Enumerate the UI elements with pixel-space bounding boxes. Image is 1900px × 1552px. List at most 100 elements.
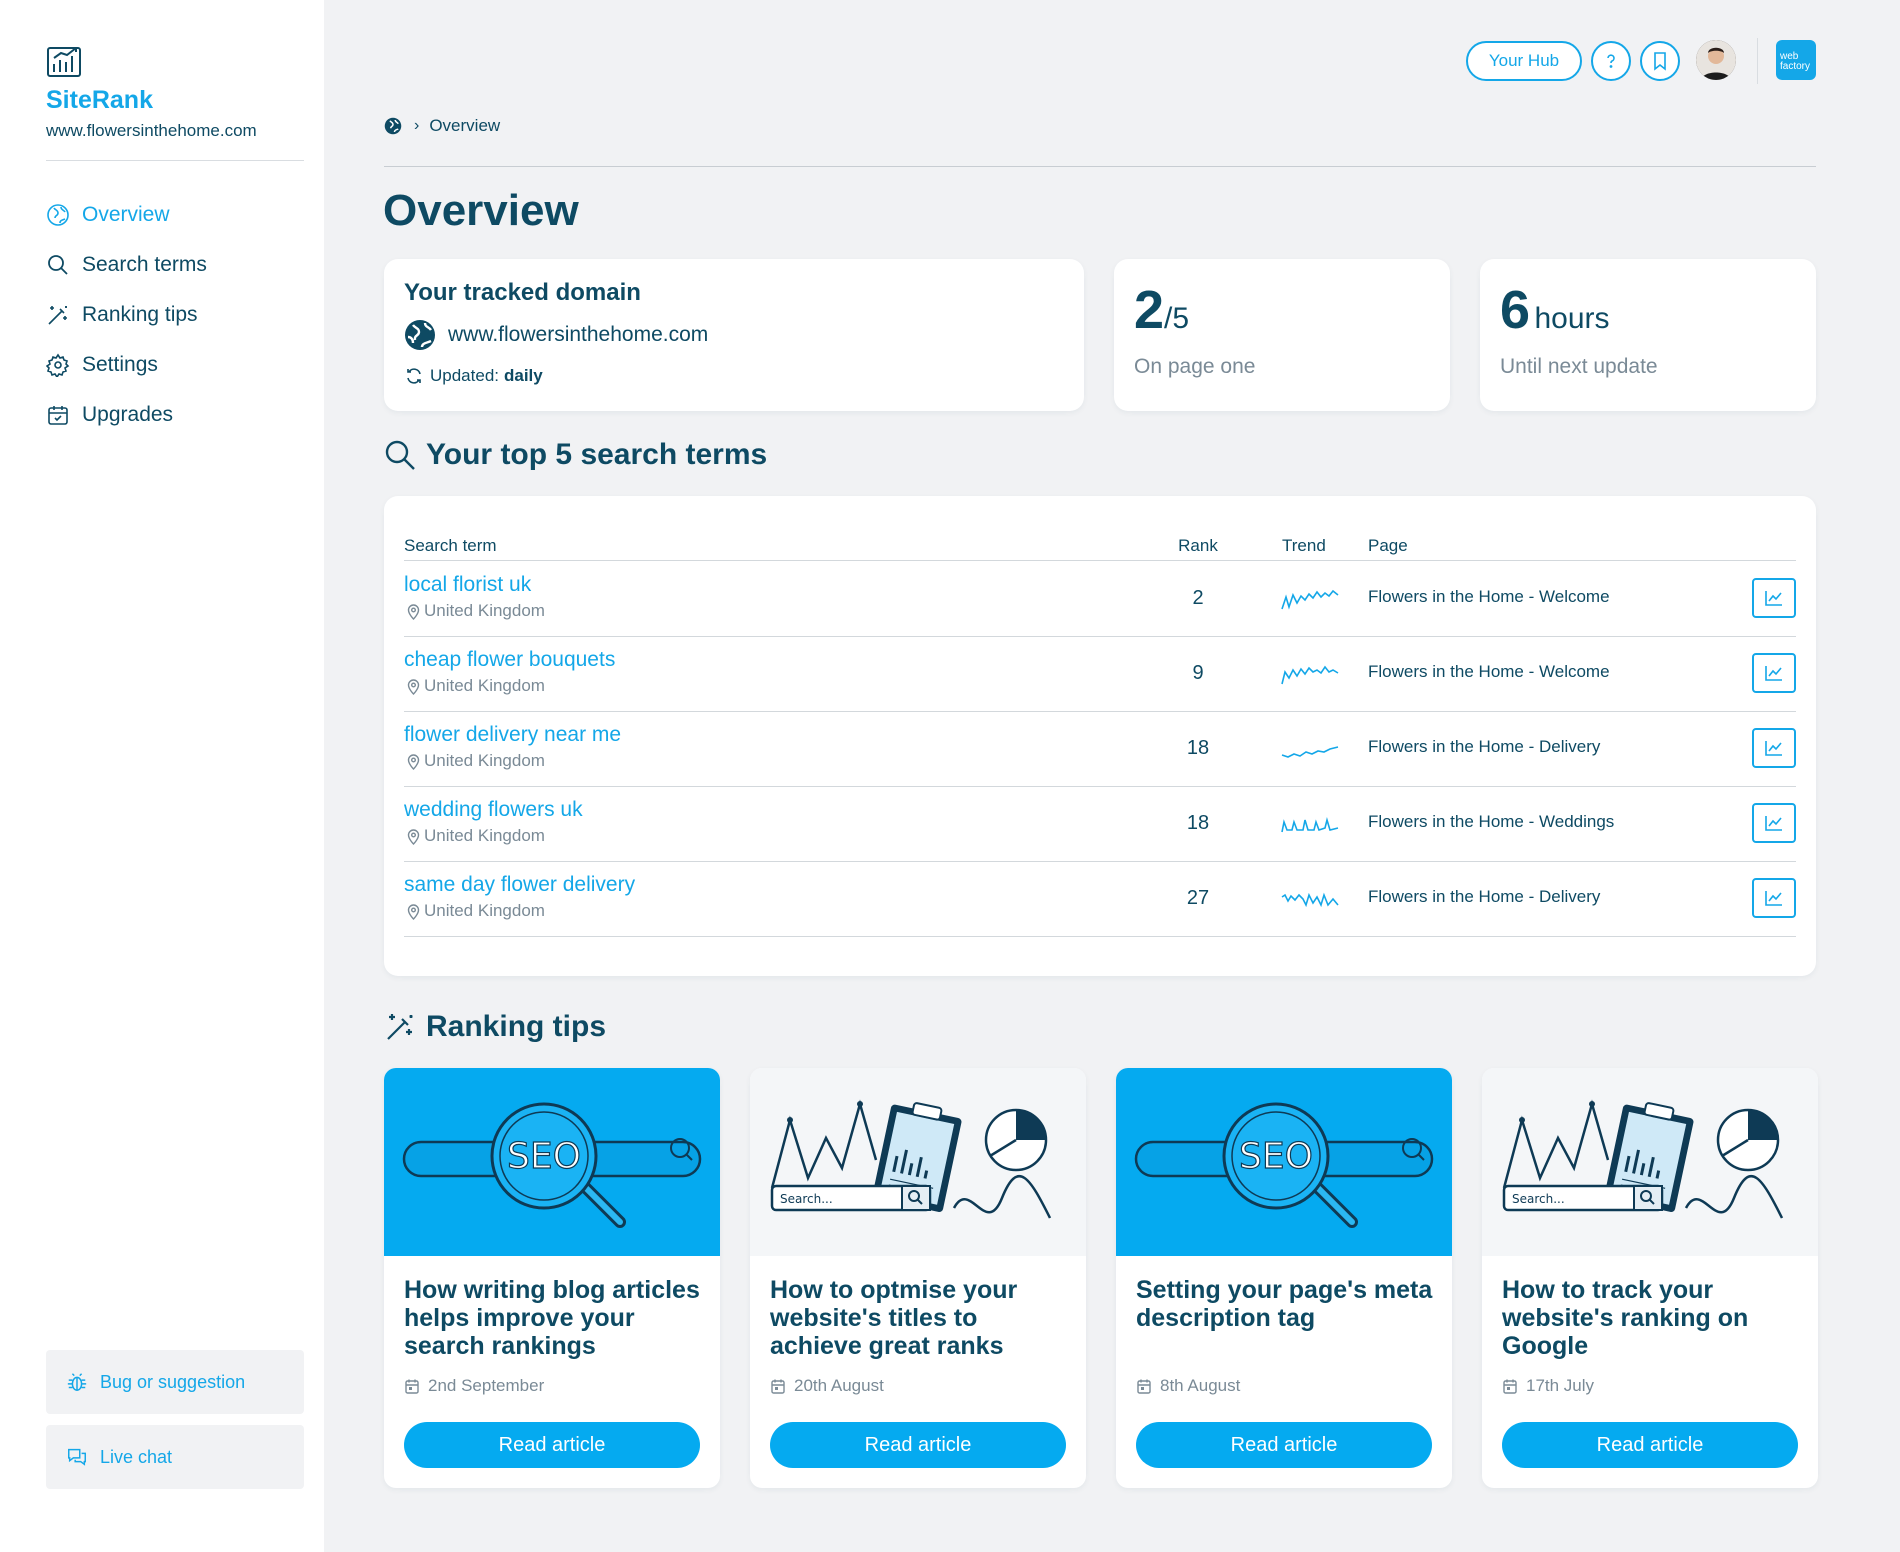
read-article-button[interactable]: Read article (1136, 1422, 1432, 1468)
column-header-term: Search term (404, 536, 497, 555)
line-chart-icon (1765, 666, 1782, 681)
sidebar-item-overview[interactable]: Overview (46, 190, 306, 240)
line-chart-icon (1765, 891, 1782, 906)
calendar-icon (1137, 1379, 1151, 1394)
tip-title: How to optmise your website's titles to … (770, 1276, 1018, 1360)
ranking-page-name: Flowers in the Home - Delivery (1368, 737, 1601, 756)
search-icon (48, 255, 68, 275)
rank-value: 27 (1186, 887, 1210, 909)
line-chart-icon (1765, 741, 1782, 756)
page-one-stat: 2/5 (1134, 279, 1189, 341)
ranking-page-name: Flowers in the Home - Delivery (1368, 887, 1601, 906)
breadcrumb: › Overview (384, 116, 500, 136)
chat-icon (68, 1448, 86, 1466)
read-article-button[interactable]: Read article (770, 1422, 1066, 1468)
web-factory-logo[interactable]: web factory (1776, 40, 1816, 80)
view-chart-button[interactable] (1752, 653, 1796, 693)
search-terms-heading: Your top 5 search terms (384, 438, 767, 472)
ranking-page-name: Flowers in the Home - Weddings (1368, 812, 1615, 831)
location-pin-icon (407, 753, 420, 770)
your-hub-button[interactable]: Your Hub (1466, 41, 1582, 81)
location-text: United Kingdom (424, 676, 545, 695)
bar-chart-logo-icon (47, 47, 81, 77)
search-term-link[interactable]: wedding flowers uk (404, 798, 583, 822)
view-chart-button[interactable] (1752, 578, 1796, 618)
rank-value: 9 (1192, 662, 1204, 684)
search-term-location: United Kingdom (406, 676, 545, 696)
location-text: United Kingdom (424, 826, 545, 845)
svg-text:SEO: SEO (1239, 1136, 1313, 1177)
svg-text:Search...: Search... (780, 1192, 833, 1206)
tip-title: How to track your website's ranking on G… (1502, 1276, 1749, 1360)
live-chat-button[interactable]: Live chat (46, 1425, 304, 1489)
page-one-count: 2 (1134, 280, 1165, 340)
trend-sparkline (1281, 665, 1339, 685)
tip-date: 8th August (1136, 1376, 1240, 1396)
compass-icon (47, 204, 69, 226)
trend-line (1281, 746, 1339, 758)
view-chart-button[interactable] (1752, 878, 1796, 918)
sidebar-item-upgrades[interactable]: Upgrades (46, 390, 306, 440)
chevron-right-icon: › (414, 117, 420, 134)
view-chart-button[interactable] (1752, 803, 1796, 843)
help-button[interactable] (1591, 41, 1631, 81)
globe-icon (405, 320, 435, 350)
breadcrumb-divider (384, 166, 1816, 167)
sidebar-item-settings[interactable]: Settings (46, 340, 306, 390)
line-chart-icon (1765, 591, 1782, 606)
page-one-total: /5 (1164, 302, 1190, 335)
calendar-icon (48, 406, 68, 425)
sidebar-item-label: Settings (82, 353, 158, 376)
refresh-icon (407, 368, 421, 384)
search-term-location: United Kingdom (406, 901, 545, 921)
ranking-tips-title: Ranking tips (426, 1010, 607, 1043)
updated-label: Updated: (430, 366, 499, 385)
sidebar-item-label: Search terms (82, 253, 207, 276)
sidebar: SiteRank www.flowersinthehome.com Overvi… (0, 0, 324, 1552)
search-terms-table: Search term Rank Trend Page local floris… (384, 496, 1816, 976)
sidebar-item-ranking-tips[interactable]: Ranking tips (46, 290, 306, 340)
bug-report-button[interactable]: Bug or suggestion (46, 1350, 304, 1414)
tip-date-text: 8th August (1160, 1376, 1241, 1395)
search-term-location: United Kingdom (406, 601, 545, 621)
view-chart-button[interactable] (1752, 728, 1796, 768)
search-term-link[interactable]: same day flower delivery (404, 873, 635, 897)
location-text: United Kingdom (424, 601, 545, 620)
location-pin-icon (407, 903, 420, 920)
trend-line (1281, 816, 1339, 833)
bug-report-label: Bug or suggestion (100, 1371, 246, 1392)
search-term-link[interactable]: local florist uk (404, 573, 531, 597)
user-avatar[interactable] (1696, 40, 1736, 80)
seo-magnifier-illustration: SEO (1116, 1068, 1452, 1256)
sidebar-item-label: Upgrades (82, 403, 174, 426)
sidebar-item-search-terms[interactable]: Search terms (46, 240, 306, 290)
ranking-page-name: Flowers in the Home - Welcome (1368, 662, 1610, 681)
magic-wand-icon (48, 306, 67, 325)
avatar-image (1696, 40, 1736, 80)
search-term-link[interactable]: cheap flower bouquets (404, 648, 615, 672)
ranking-tip-card: Search... How to track your website's ra… (1482, 1068, 1818, 1488)
bug-icon (67, 1373, 87, 1391)
read-article-button[interactable]: Read article (1502, 1422, 1798, 1468)
next-update-value: 6 (1500, 280, 1531, 340)
table-row: flower delivery near me United Kingdom 18 F… (404, 711, 1796, 786)
read-article-button[interactable]: Read article (404, 1422, 700, 1468)
live-chat-label: Live chat (100, 1446, 173, 1467)
column-header-rank: Rank (1178, 536, 1218, 555)
location-pin-icon (407, 603, 420, 620)
tip-date-text: 17th July (1526, 1376, 1595, 1395)
next-update-unit: hours (1534, 302, 1610, 335)
tracked-domain-card: Your tracked domain www.flowersinthehome… (384, 259, 1084, 411)
compass-icon[interactable] (384, 117, 402, 135)
search-charts-illustration: Search... (750, 1068, 1086, 1256)
page-one-label: On page one (1134, 355, 1256, 378)
search-term-link[interactable]: flower delivery near me (404, 723, 621, 747)
sidebar-item-label: Ranking tips (82, 303, 198, 326)
location-text: United Kingdom (424, 901, 545, 920)
page-one-stat-card: 2/5 On page one (1114, 259, 1450, 411)
tip-date-text: 2nd September (428, 1376, 545, 1395)
bookmark-button[interactable] (1640, 41, 1680, 81)
bookmark-icon (1654, 52, 1666, 71)
tracked-domain-row: www.flowersinthehome.com (404, 319, 708, 351)
seo-magnifier-illustration: SEO (384, 1068, 720, 1256)
